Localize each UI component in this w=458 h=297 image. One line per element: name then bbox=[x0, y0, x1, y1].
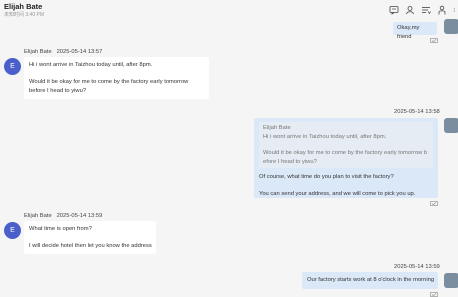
contact-avatar[interactable]: E bbox=[4, 58, 21, 75]
self-avatar[interactable] bbox=[444, 118, 458, 133]
message-bubble-outgoing[interactable]: Our factory starts work at 8 o'clock in … bbox=[302, 272, 438, 289]
quoted-text: Hi i wont arrive in Taizhou today until,… bbox=[263, 133, 387, 140]
sender-name: Elijah Bate bbox=[24, 49, 52, 55]
message-bubble-outgoing[interactable]: Okay,my friend bbox=[393, 22, 437, 40]
message-bubble-outgoing[interactable]: Elijah Bate Hi i wont arrive in Taizhou … bbox=[254, 118, 438, 198]
message-time: 2025-05-14 13:59 bbox=[394, 264, 440, 270]
message-text: Okay,my friend bbox=[397, 25, 420, 40]
message-text: I will decide hotel then let you know th… bbox=[29, 243, 152, 249]
read-receipt-icon bbox=[430, 38, 438, 43]
self-avatar[interactable] bbox=[444, 273, 458, 288]
message-bubble-incoming[interactable]: Hi i wont arrive in Taizhou today until,… bbox=[24, 57, 209, 99]
read-receipt-icon bbox=[430, 201, 438, 206]
message-list[interactable]: Okay,my friend Elijah Bate 2025-05-14 13… bbox=[0, 19, 458, 297]
message-meta: Elijah Bate 2025-05-14 13:59 bbox=[24, 213, 102, 219]
message-time: 2025-05-14 13:59 bbox=[56, 213, 103, 219]
message-text: Of course, what time do you plan to visi… bbox=[259, 174, 394, 180]
message-text: before I head to yiwu? bbox=[29, 87, 87, 94]
self-avatar[interactable] bbox=[444, 19, 458, 34]
quoted-text: efore I head to yiwu? bbox=[263, 158, 317, 165]
message-text: What time is open from? bbox=[29, 226, 92, 232]
message-time: 2025-05-14 13:57 bbox=[56, 49, 103, 55]
contact-avatar[interactable]: E bbox=[4, 222, 21, 239]
sender-name: Elijah Bate bbox=[24, 213, 52, 219]
contact-icon[interactable] bbox=[405, 5, 415, 15]
list-icon[interactable] bbox=[421, 5, 431, 15]
contact-name[interactable]: Elijah Bate bbox=[4, 2, 42, 11]
quoted-message[interactable]: Elijah Bate Hi i wont arrive in Taizhou … bbox=[259, 122, 433, 168]
message-meta: Elijah Bate 2025-05-14 13:57 bbox=[24, 49, 102, 55]
chat-header: Elijah Bate 未知时间 3:40 PM bbox=[0, 0, 458, 22]
chat-icon[interactable] bbox=[389, 5, 399, 15]
read-receipt-icon bbox=[430, 292, 438, 297]
message-time: 2025-05-14 13:58 bbox=[394, 109, 440, 115]
message-text: Would it be okay for me to come by the f… bbox=[29, 79, 189, 85]
message-text: Hi i wont arrive in Taizhou today until,… bbox=[29, 62, 153, 68]
person-icon[interactable] bbox=[437, 5, 447, 15]
header-toolbar bbox=[389, 5, 458, 15]
more-icon[interactable] bbox=[453, 5, 458, 15]
contact-status: 未知时间 3:40 PM bbox=[4, 12, 45, 18]
message-bubble-incoming[interactable]: What time is open from? I will decide ho… bbox=[24, 221, 156, 254]
quoted-sender: Elijah Bate bbox=[263, 125, 291, 131]
quoted-text: Would it be okay for me to come by the f… bbox=[263, 150, 428, 156]
message-text: Our factory starts work at 8 o'clock in … bbox=[307, 277, 435, 283]
message-text: You can send your address, and we will c… bbox=[259, 191, 416, 197]
